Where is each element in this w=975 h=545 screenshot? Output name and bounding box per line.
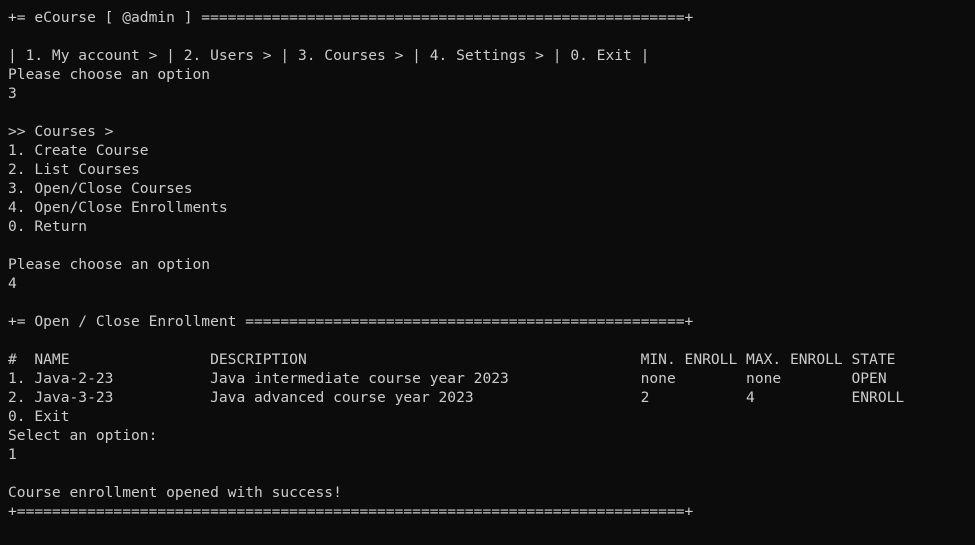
- user-input: 3: [8, 85, 17, 102]
- table-row: 1. Java-2-23 Java intermediate course ye…: [8, 370, 887, 387]
- prompt-text: Please choose an option: [8, 66, 211, 83]
- main-menu-bar: | 1. My account > | 2. Users > | 3. Cour…: [8, 47, 650, 64]
- footer-banner: +=======================================…: [8, 503, 694, 520]
- status-message: Course enrollment opened with success!: [8, 484, 342, 501]
- menu-option-list-courses: 2. List Courses: [8, 161, 140, 178]
- table-header: # NAME DESCRIPTION MIN. ENROLL MAX. ENRO…: [8, 351, 896, 368]
- user-input: 4: [8, 275, 17, 292]
- console-window[interactable]: += eCourse [ @admin ] ==================…: [0, 0, 975, 545]
- prompt-text: Please choose an option: [8, 256, 211, 273]
- table-row: 2. Java-3-23 Java advanced course year 2…: [8, 389, 905, 406]
- prompt-text: Select an option:: [8, 427, 158, 444]
- menu-option-open-close-courses: 3. Open/Close Courses: [8, 180, 193, 197]
- header-banner: += eCourse [ @admin ] ==================…: [8, 9, 694, 26]
- submenu-title: >> Courses >: [8, 123, 114, 140]
- menu-option-open-close-enrollments: 4. Open/Close Enrollments: [8, 199, 228, 216]
- menu-option-return: 0. Return: [8, 218, 88, 235]
- user-input: 1: [8, 446, 17, 463]
- menu-option-create-course: 1. Create Course: [8, 142, 149, 159]
- section-banner: += Open / Close Enrollment =============…: [8, 313, 694, 330]
- menu-option-exit: 0. Exit: [8, 408, 70, 425]
